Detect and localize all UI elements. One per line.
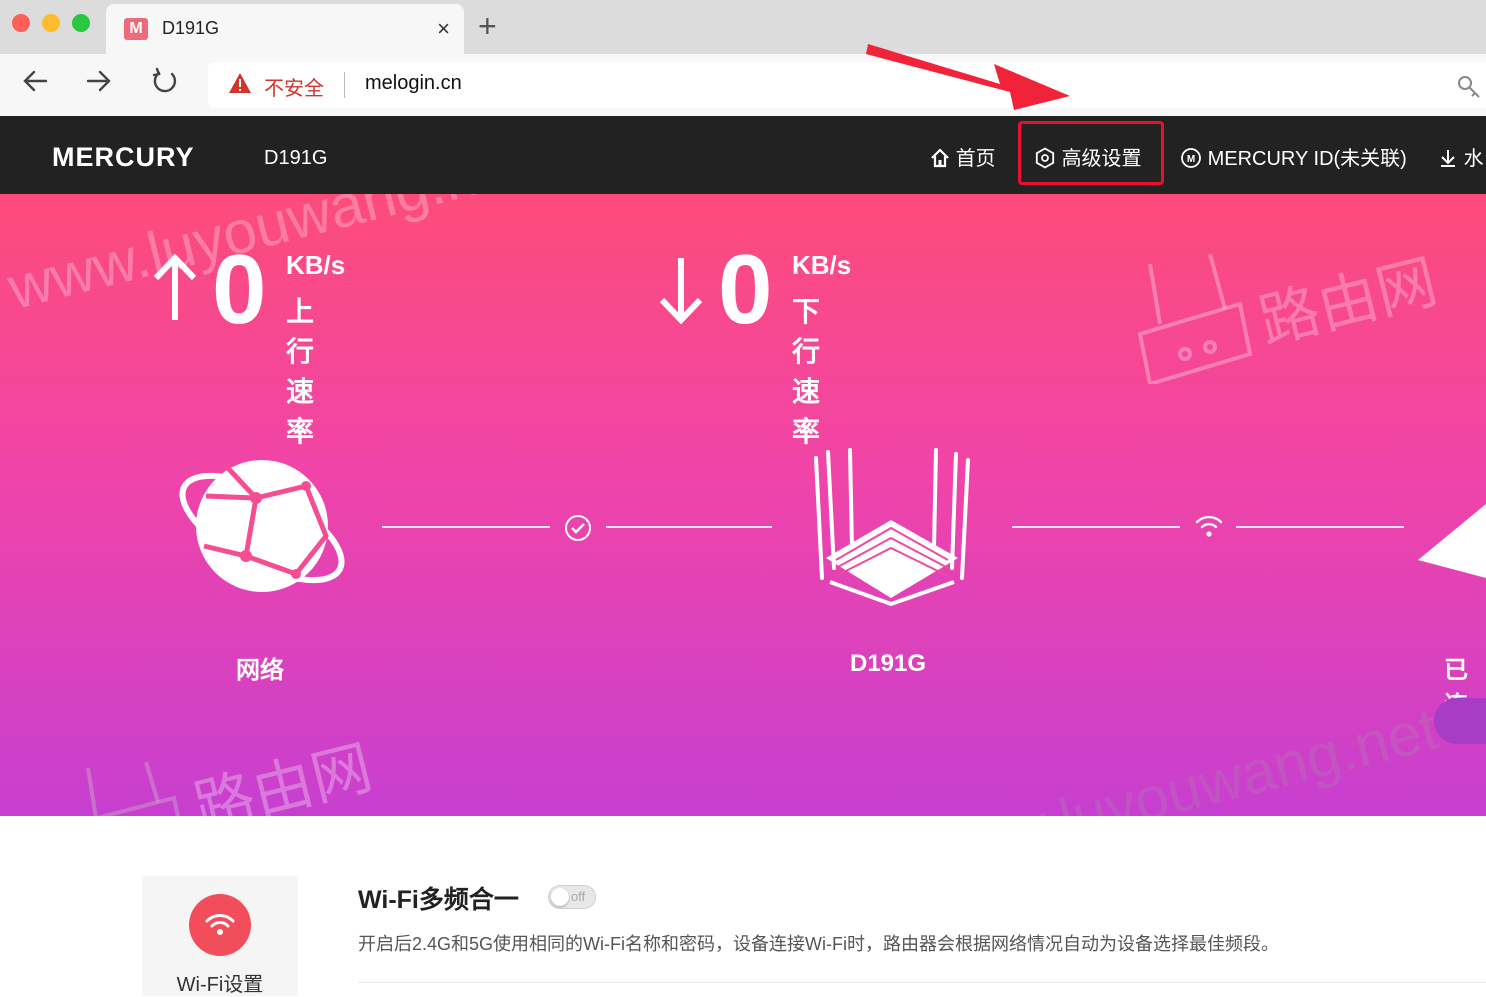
router-label: D191G <box>850 650 927 677</box>
divider <box>358 982 1486 983</box>
internet-node[interactable] <box>176 456 352 606</box>
tab-title: D191G <box>162 18 220 38</box>
connection-line <box>1012 526 1180 528</box>
wifi-settings-label: Wi-Fi设置 <box>176 974 264 996</box>
browser-toolbar: 不安全 melogin.cn <box>0 54 1486 116</box>
upload-rate-unit: KB/s <box>286 250 346 280</box>
minimize-window-button[interactable] <box>42 14 60 32</box>
wifi-settings-card[interactable]: Wi-Fi设置 <box>142 876 298 996</box>
key-icon[interactable] <box>1456 74 1482 106</box>
download-arrow-icon <box>656 254 706 336</box>
download-icon <box>1438 148 1464 170</box>
download-rate-unit: KB/s <box>792 250 852 280</box>
address-separator <box>344 72 345 98</box>
connection-line <box>382 526 550 528</box>
upload-rate-value: 0 <box>212 234 267 344</box>
annotation-highlight-box <box>1018 121 1164 185</box>
toggle-state-label: off <box>571 889 586 904</box>
nav-download-label: 水 <box>1463 148 1484 170</box>
tab-close-icon[interactable]: × <box>437 16 450 42</box>
client-device-icon[interactable] <box>1418 494 1486 584</box>
upload-rate-label: 上行速率 <box>286 296 315 447</box>
connection-line <box>1236 526 1404 528</box>
download-rate-label: 下行速率 <box>792 296 821 447</box>
watermark-site-text: www.luyouwang.net <box>1 194 533 323</box>
browser-tab[interactable]: M D191G × <box>106 4 464 54</box>
wifi-signal-icon <box>1195 515 1223 537</box>
nav-home-label: 首页 <box>955 148 996 170</box>
router-node[interactable] <box>806 448 976 608</box>
wifi-icon <box>189 894 251 956</box>
mercury-id-icon: M <box>1180 148 1208 170</box>
mercury-favicon-icon: M <box>124 18 148 40</box>
url-text[interactable]: melogin.cn <box>365 72 462 95</box>
nav-mercury-id[interactable]: M MERCURY ID(未关联) <box>1180 142 1407 171</box>
router-icon <box>814 448 970 607</box>
new-tab-button[interactable]: + <box>478 8 497 45</box>
router-header: MERCURY D191G 首页 高级设置 M MERCURY ID(未关联) … <box>0 116 1486 194</box>
nav-download[interactable]: 水 <box>1438 142 1484 171</box>
connection-line <box>606 526 772 528</box>
home-icon <box>930 148 956 170</box>
toggle-knob <box>551 888 569 906</box>
side-expand-button[interactable] <box>1434 698 1486 744</box>
wifi-band-merge-toggle[interactable]: off <box>548 885 596 909</box>
upload-arrow-icon <box>150 253 200 336</box>
feature-description: 开启后2.4G和5G使用相同的Wi-Fi名称和密码，设备连接Wi-Fi时，路由器… <box>358 934 1279 954</box>
warning-triangle-icon <box>229 73 251 93</box>
internet-label: 网络 <box>236 657 284 684</box>
maximize-window-button[interactable] <box>72 14 90 32</box>
feature-title: Wi-Fi多频合一 <box>358 886 519 914</box>
download-rate-value: 0 <box>718 234 773 344</box>
router-model: D191G <box>264 147 328 169</box>
security-status-label[interactable]: 不安全 <box>264 72 324 101</box>
watermark-router-icon <box>1137 253 1253 384</box>
nav-mercury-id-label: MERCURY ID(未关联) <box>1207 148 1407 170</box>
watermark-brand-text: 路由网 <box>1252 247 1444 357</box>
back-arrow-icon[interactable] <box>20 66 50 104</box>
address-bar[interactable]: 不安全 melogin.cn <box>208 62 1486 108</box>
nav-home[interactable]: 首页 <box>930 142 996 171</box>
close-window-button[interactable] <box>12 14 30 32</box>
check-circle-icon <box>565 515 591 541</box>
mercury-logo: MERCURY <box>52 142 195 172</box>
reload-icon[interactable] <box>150 66 180 104</box>
status-hero: www.luyouwang.net 路由网 0 KB/s 上行速率 0 KB/s… <box>0 194 1486 816</box>
forward-arrow-icon[interactable] <box>84 66 114 104</box>
globe-icon <box>179 460 345 592</box>
browser-tab-bar: M D191G × + <box>0 0 1486 54</box>
svg-text:M: M <box>1187 154 1195 165</box>
settings-content: Wi-Fi设置 Wi-Fi多频合一 off 开启后2.4G和5G使用相同的Wi-… <box>0 816 1486 996</box>
